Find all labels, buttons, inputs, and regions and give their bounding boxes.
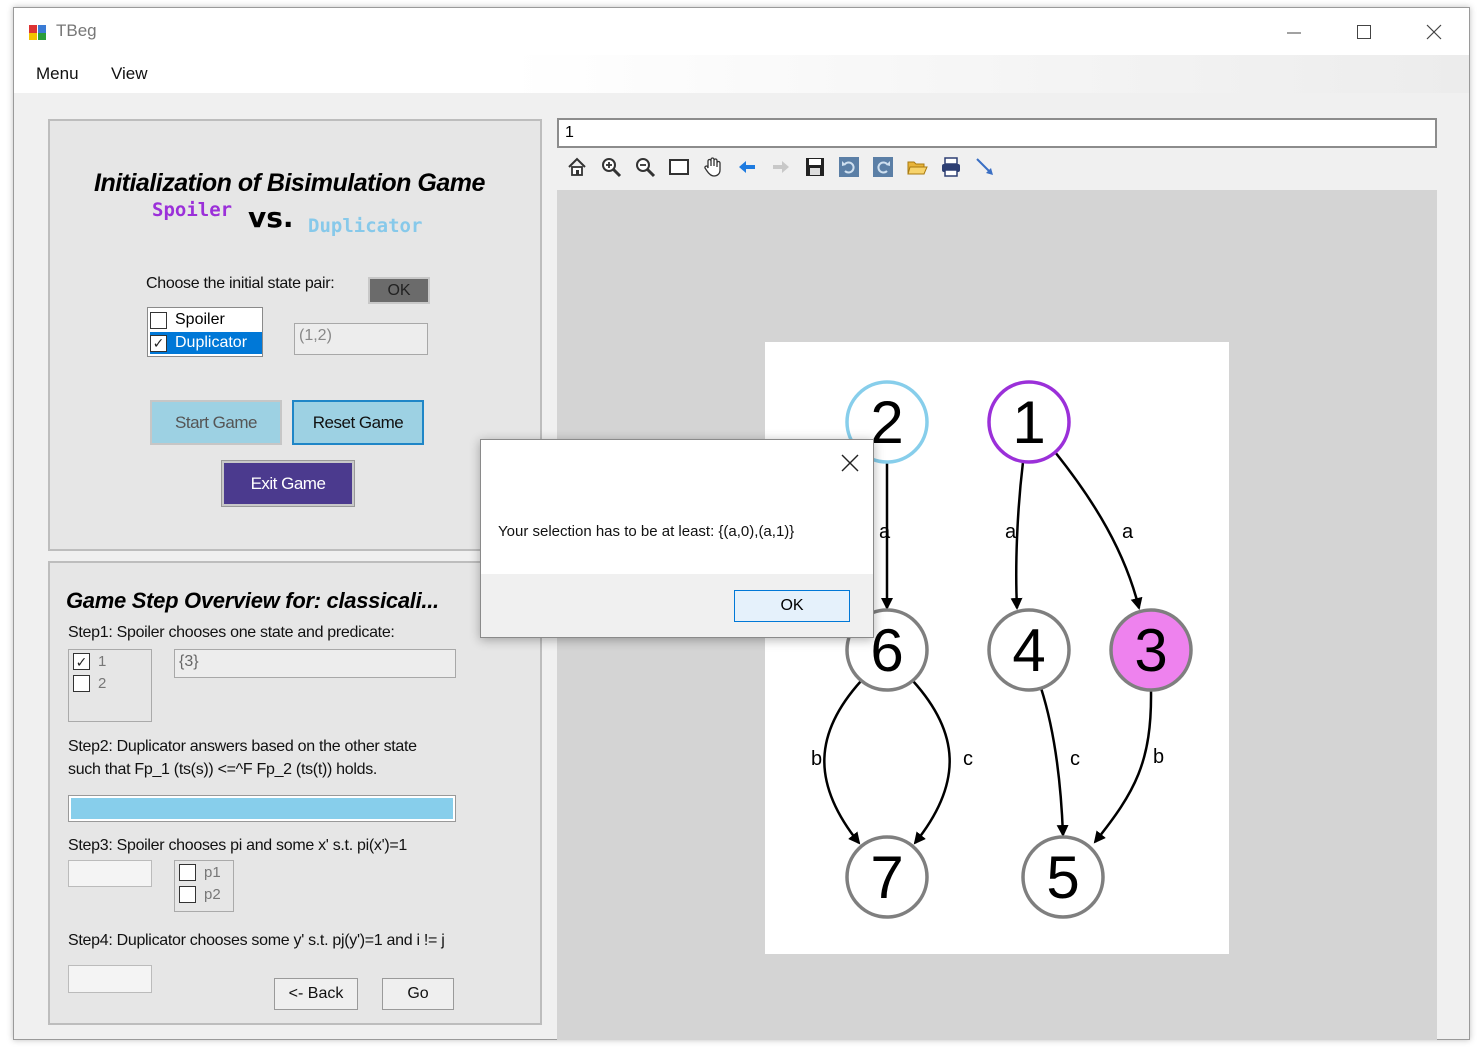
maximize-icon [1357, 24, 1371, 39]
graph-node-label: 2 [870, 389, 903, 456]
graph-edge-1-4 [1010, 461, 1025, 610]
open-folder-icon[interactable] [900, 153, 934, 181]
edge-label: a [1122, 521, 1134, 543]
edge-label: c [1070, 748, 1080, 770]
back-arrow-icon[interactable] [730, 153, 764, 181]
reset-game-button[interactable]: Reset Game [292, 400, 424, 445]
rectangle-select-icon[interactable] [662, 153, 696, 181]
app-window: TBeg Menu View Initialization of Bisimul… [13, 7, 1470, 1040]
message-dialog: Your selection has to be at least: {(a,0… [480, 439, 874, 638]
dialog-footer: OK [481, 574, 873, 637]
edge-label: a [879, 521, 891, 543]
minimize-button[interactable] [1259, 8, 1329, 55]
checkbox-checked[interactable]: ✓ [73, 653, 90, 670]
edge-label: a [1005, 521, 1017, 543]
back-button[interactable]: <- Back [274, 978, 358, 1010]
step3-predicate-list[interactable]: p1 p2 [174, 860, 234, 912]
option-label: p1 [204, 864, 221, 881]
state-pair-field: (1,2) [294, 323, 428, 355]
step3-x-field [68, 860, 152, 887]
menu-item-view[interactable]: View [111, 64, 148, 84]
init-title: Initialization of Bisimulation Game [94, 169, 485, 197]
maximize-button[interactable] [1329, 8, 1399, 55]
initialization-panel: Initialization of Bisimulation Game Spoi… [48, 119, 542, 551]
choose-state-pair-label: Choose the initial state pair: [146, 275, 335, 292]
spoiler-word: Spoiler [152, 199, 233, 221]
state-label: 1 [98, 653, 107, 670]
step4-y-field [68, 965, 152, 993]
minimize-icon [1287, 32, 1301, 33]
step1-state-list[interactable]: ✓ 1 2 [68, 649, 152, 722]
step1-state-2[interactable]: 2 [73, 675, 106, 692]
graph-node-label: 4 [1012, 617, 1045, 684]
undo-icon[interactable] [832, 153, 866, 181]
state-label: 2 [98, 675, 107, 692]
graph-node-label: 5 [1046, 844, 1079, 911]
player-option-label: Duplicator [175, 334, 248, 351]
graph-edge-6-7 [912, 680, 951, 845]
overview-title: Game Step Overview for: classicali... [66, 588, 439, 613]
graph-node-label: 6 [870, 617, 903, 684]
game-step-overview-panel: Game Step Overview for: classicali... St… [48, 561, 542, 1025]
transition-graph: a a a b c c b 2 1 6 4 3 7 5 [811, 380, 1193, 919]
dialog-close-icon[interactable] [839, 452, 861, 474]
graph-node-label: 3 [1134, 617, 1167, 684]
dialog-message: Your selection has to be at least: {(a,0… [498, 523, 795, 540]
graph-node-label: 1 [1012, 389, 1045, 456]
init-ok-button[interactable]: OK [368, 277, 430, 304]
edge-tool-icon[interactable] [968, 153, 1002, 181]
player-option-label: Spoiler [175, 311, 225, 328]
player-checklist[interactable]: Spoiler ✓ Duplicator [147, 307, 263, 357]
edge-label: b [811, 748, 822, 770]
checkbox-checked[interactable]: ✓ [150, 334, 167, 352]
close-button[interactable] [1399, 8, 1469, 55]
graph-edge-3-5 [1093, 689, 1153, 844]
step1-predicate-field: {3} [174, 649, 456, 678]
step3-option-p2[interactable]: p2 [179, 886, 221, 903]
step2-label-line1: Step2: Duplicator answers based on the o… [68, 738, 417, 755]
window-title: TBeg [56, 21, 97, 40]
duplicator-word: Duplicator [308, 215, 423, 237]
graph-id-input[interactable] [557, 118, 1437, 148]
home-icon[interactable] [560, 153, 594, 181]
edge-label: c [963, 748, 973, 770]
dialog-ok-button[interactable]: OK [734, 590, 850, 622]
duplicator-progress-bar [68, 795, 456, 822]
redo-icon[interactable] [866, 153, 900, 181]
step1-label: Step1: Spoiler chooses one state and pre… [68, 624, 395, 641]
viewer-toolbar [560, 153, 1002, 183]
start-game-button[interactable]: Start Game [150, 400, 282, 445]
checkbox[interactable] [73, 675, 90, 692]
step3-option-p1[interactable]: p1 [179, 864, 221, 881]
graph-node-label: 7 [870, 844, 903, 911]
graph-view: a a a b c c b 2 1 6 4 3 7 5 [765, 342, 1229, 954]
player-option-spoiler[interactable]: Spoiler [150, 309, 262, 331]
app-icon [29, 25, 46, 40]
go-button[interactable]: Go [382, 978, 454, 1010]
step3-label: Step3: Spoiler chooses pi and some x' s.… [68, 837, 407, 854]
forward-arrow-icon[interactable] [764, 153, 798, 181]
graph-edge-4-5 [1039, 687, 1069, 837]
zoom-in-icon[interactable] [594, 153, 628, 181]
menu-item-menu[interactable]: Menu [36, 64, 79, 84]
step1-state-1[interactable]: ✓ 1 [73, 653, 106, 670]
checkbox[interactable] [150, 311, 167, 329]
edge-label: b [1153, 746, 1164, 768]
close-icon [1426, 24, 1442, 39]
option-label: p2 [204, 886, 221, 903]
checkbox[interactable] [179, 886, 196, 903]
pan-hand-icon[interactable] [696, 153, 730, 181]
step4-label: Step4: Duplicator chooses some y' s.t. p… [68, 932, 445, 949]
menu-bar: Menu View [14, 55, 1469, 93]
exit-game-button[interactable]: Exit Game [221, 460, 355, 507]
player-option-duplicator[interactable]: ✓ Duplicator [150, 332, 262, 354]
vs-word: vs. [248, 201, 294, 234]
zoom-out-icon[interactable] [628, 153, 662, 181]
title-bar: TBeg [14, 8, 1469, 55]
checkbox[interactable] [179, 864, 196, 881]
step2-label-line2: such that Fp_1 (ts(s)) <=^F Fp_2 (ts(t))… [68, 761, 378, 778]
save-icon[interactable] [798, 153, 832, 181]
graph-edge-6-7 [823, 680, 862, 845]
print-icon[interactable] [934, 153, 968, 181]
